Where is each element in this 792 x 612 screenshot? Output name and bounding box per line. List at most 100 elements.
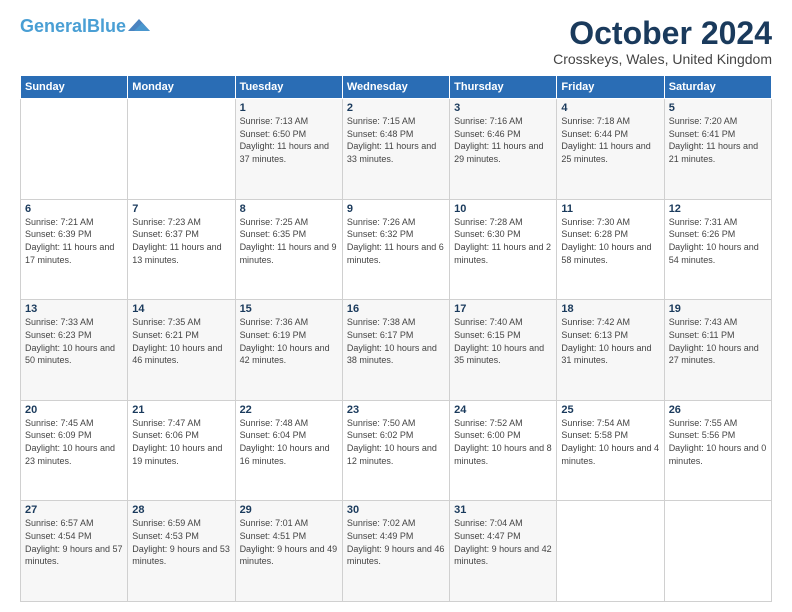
day-info: Sunrise: 7:26 AMSunset: 6:32 PMDaylight:… <box>347 216 445 266</box>
weekday-header-row: SundayMondayTuesdayWednesdayThursdayFrid… <box>21 76 772 99</box>
day-info: Sunrise: 7:38 AMSunset: 6:17 PMDaylight:… <box>347 316 445 366</box>
day-cell-17: 17Sunrise: 7:40 AMSunset: 6:15 PMDayligh… <box>450 300 557 401</box>
day-number: 29 <box>240 504 338 516</box>
week-row-3: 20Sunrise: 7:45 AMSunset: 6:09 PMDayligh… <box>21 400 772 501</box>
day-number: 31 <box>454 504 552 516</box>
weekday-header-sunday: Sunday <box>21 76 128 99</box>
day-info: Sunrise: 7:45 AMSunset: 6:09 PMDaylight:… <box>25 417 123 467</box>
day-number: 6 <box>25 203 123 215</box>
day-cell-30: 30Sunrise: 7:02 AMSunset: 4:49 PMDayligh… <box>342 501 449 602</box>
day-info: Sunrise: 7:21 AMSunset: 6:39 PMDaylight:… <box>25 216 123 266</box>
day-info: Sunrise: 7:01 AMSunset: 4:51 PMDaylight:… <box>240 517 338 567</box>
weekday-header-saturday: Saturday <box>664 76 771 99</box>
day-cell-14: 14Sunrise: 7:35 AMSunset: 6:21 PMDayligh… <box>128 300 235 401</box>
weekday-header-wednesday: Wednesday <box>342 76 449 99</box>
day-number: 15 <box>240 303 338 315</box>
day-info: Sunrise: 7:16 AMSunset: 6:46 PMDaylight:… <box>454 115 552 165</box>
day-cell-8: 8Sunrise: 7:25 AMSunset: 6:35 PMDaylight… <box>235 199 342 300</box>
day-info: Sunrise: 6:57 AMSunset: 4:54 PMDaylight:… <box>25 517 123 567</box>
day-number: 22 <box>240 404 338 416</box>
day-info: Sunrise: 7:52 AMSunset: 6:00 PMDaylight:… <box>454 417 552 467</box>
day-number: 20 <box>25 404 123 416</box>
day-number: 14 <box>132 303 230 315</box>
week-row-2: 13Sunrise: 7:33 AMSunset: 6:23 PMDayligh… <box>21 300 772 401</box>
day-number: 5 <box>669 102 767 114</box>
day-cell-1: 1Sunrise: 7:13 AMSunset: 6:50 PMDaylight… <box>235 99 342 200</box>
day-cell-10: 10Sunrise: 7:28 AMSunset: 6:30 PMDayligh… <box>450 199 557 300</box>
day-number: 30 <box>347 504 445 516</box>
day-info: Sunrise: 7:23 AMSunset: 6:37 PMDaylight:… <box>132 216 230 266</box>
day-cell-13: 13Sunrise: 7:33 AMSunset: 6:23 PMDayligh… <box>21 300 128 401</box>
day-info: Sunrise: 7:48 AMSunset: 6:04 PMDaylight:… <box>240 417 338 467</box>
empty-cell <box>128 99 235 200</box>
day-cell-12: 12Sunrise: 7:31 AMSunset: 6:26 PMDayligh… <box>664 199 771 300</box>
day-cell-6: 6Sunrise: 7:21 AMSunset: 6:39 PMDaylight… <box>21 199 128 300</box>
day-cell-7: 7Sunrise: 7:23 AMSunset: 6:37 PMDaylight… <box>128 199 235 300</box>
day-number: 12 <box>669 203 767 215</box>
day-info: Sunrise: 7:04 AMSunset: 4:47 PMDaylight:… <box>454 517 552 567</box>
day-info: Sunrise: 7:20 AMSunset: 6:41 PMDaylight:… <box>669 115 767 165</box>
day-number: 3 <box>454 102 552 114</box>
empty-cell <box>21 99 128 200</box>
day-cell-25: 25Sunrise: 7:54 AMSunset: 5:58 PMDayligh… <box>557 400 664 501</box>
day-cell-5: 5Sunrise: 7:20 AMSunset: 6:41 PMDaylight… <box>664 99 771 200</box>
day-cell-18: 18Sunrise: 7:42 AMSunset: 6:13 PMDayligh… <box>557 300 664 401</box>
weekday-header-monday: Monday <box>128 76 235 99</box>
logo-text: GeneralBlue <box>20 16 126 37</box>
day-number: 8 <box>240 203 338 215</box>
day-number: 10 <box>454 203 552 215</box>
day-number: 24 <box>454 404 552 416</box>
day-number: 18 <box>561 303 659 315</box>
day-number: 19 <box>669 303 767 315</box>
day-info: Sunrise: 7:15 AMSunset: 6:48 PMDaylight:… <box>347 115 445 165</box>
day-info: Sunrise: 7:18 AMSunset: 6:44 PMDaylight:… <box>561 115 659 165</box>
day-number: 28 <box>132 504 230 516</box>
day-info: Sunrise: 7:50 AMSunset: 6:02 PMDaylight:… <box>347 417 445 467</box>
day-cell-16: 16Sunrise: 7:38 AMSunset: 6:17 PMDayligh… <box>342 300 449 401</box>
day-info: Sunrise: 7:31 AMSunset: 6:26 PMDaylight:… <box>669 216 767 266</box>
subtitle: Crosskeys, Wales, United Kingdom <box>553 51 772 67</box>
day-info: Sunrise: 7:30 AMSunset: 6:28 PMDaylight:… <box>561 216 659 266</box>
day-number: 11 <box>561 203 659 215</box>
day-cell-31: 31Sunrise: 7:04 AMSunset: 4:47 PMDayligh… <box>450 501 557 602</box>
day-info: Sunrise: 7:35 AMSunset: 6:21 PMDaylight:… <box>132 316 230 366</box>
day-info: Sunrise: 7:43 AMSunset: 6:11 PMDaylight:… <box>669 316 767 366</box>
month-title: October 2024 <box>553 16 772 51</box>
calendar: SundayMondayTuesdayWednesdayThursdayFrid… <box>20 75 772 602</box>
empty-cell <box>664 501 771 602</box>
empty-cell <box>557 501 664 602</box>
day-info: Sunrise: 6:59 AMSunset: 4:53 PMDaylight:… <box>132 517 230 567</box>
week-row-1: 6Sunrise: 7:21 AMSunset: 6:39 PMDaylight… <box>21 199 772 300</box>
day-cell-11: 11Sunrise: 7:30 AMSunset: 6:28 PMDayligh… <box>557 199 664 300</box>
day-number: 4 <box>561 102 659 114</box>
day-number: 1 <box>240 102 338 114</box>
day-info: Sunrise: 7:02 AMSunset: 4:49 PMDaylight:… <box>347 517 445 567</box>
day-number: 26 <box>669 404 767 416</box>
day-number: 27 <box>25 504 123 516</box>
day-cell-29: 29Sunrise: 7:01 AMSunset: 4:51 PMDayligh… <box>235 501 342 602</box>
day-number: 25 <box>561 404 659 416</box>
day-info: Sunrise: 7:40 AMSunset: 6:15 PMDaylight:… <box>454 316 552 366</box>
day-info: Sunrise: 7:25 AMSunset: 6:35 PMDaylight:… <box>240 216 338 266</box>
day-info: Sunrise: 7:42 AMSunset: 6:13 PMDaylight:… <box>561 316 659 366</box>
day-number: 13 <box>25 303 123 315</box>
day-number: 17 <box>454 303 552 315</box>
day-info: Sunrise: 7:28 AMSunset: 6:30 PMDaylight:… <box>454 216 552 266</box>
week-row-0: 1Sunrise: 7:13 AMSunset: 6:50 PMDaylight… <box>21 99 772 200</box>
day-info: Sunrise: 7:13 AMSunset: 6:50 PMDaylight:… <box>240 115 338 165</box>
day-info: Sunrise: 7:36 AMSunset: 6:19 PMDaylight:… <box>240 316 338 366</box>
day-cell-4: 4Sunrise: 7:18 AMSunset: 6:44 PMDaylight… <box>557 99 664 200</box>
logo-icon <box>128 17 150 33</box>
day-number: 23 <box>347 404 445 416</box>
day-number: 2 <box>347 102 445 114</box>
day-number: 16 <box>347 303 445 315</box>
logo: GeneralBlue <box>20 16 150 37</box>
day-cell-20: 20Sunrise: 7:45 AMSunset: 6:09 PMDayligh… <box>21 400 128 501</box>
weekday-header-friday: Friday <box>557 76 664 99</box>
day-cell-9: 9Sunrise: 7:26 AMSunset: 6:32 PMDaylight… <box>342 199 449 300</box>
day-number: 7 <box>132 203 230 215</box>
day-cell-26: 26Sunrise: 7:55 AMSunset: 5:56 PMDayligh… <box>664 400 771 501</box>
day-cell-28: 28Sunrise: 6:59 AMSunset: 4:53 PMDayligh… <box>128 501 235 602</box>
day-cell-23: 23Sunrise: 7:50 AMSunset: 6:02 PMDayligh… <box>342 400 449 501</box>
day-info: Sunrise: 7:55 AMSunset: 5:56 PMDaylight:… <box>669 417 767 467</box>
